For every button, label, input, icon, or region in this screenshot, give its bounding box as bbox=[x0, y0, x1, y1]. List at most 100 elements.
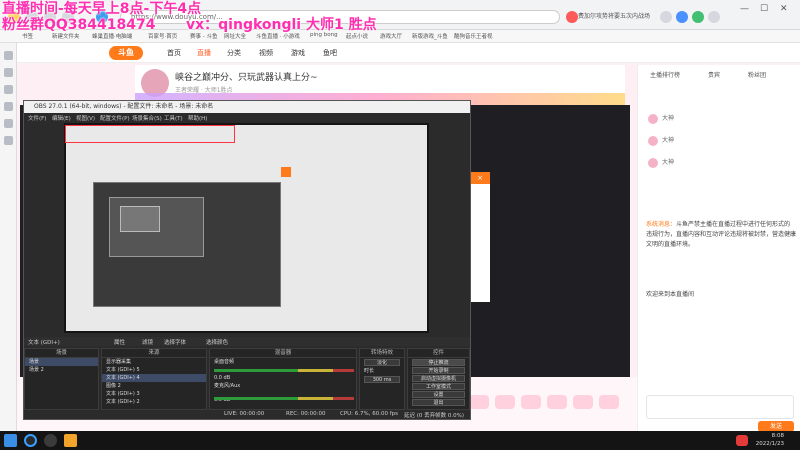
source-item[interactable]: 文本 (GDI+) 4 bbox=[102, 374, 206, 382]
dock-title: 来源 bbox=[102, 349, 206, 358]
stop-streaming-button[interactable]: 停止推流 bbox=[412, 359, 465, 366]
news-ticker[interactable]: 费加尔攻势将要五次内战场 bbox=[578, 11, 650, 20]
mixer-channel-name: 麦克风/Aux bbox=[214, 383, 241, 389]
tab-rank[interactable]: 主播排行榜 bbox=[650, 70, 680, 79]
source-item[interactable]: 图像 2 bbox=[102, 382, 206, 390]
select-font-button[interactable]: 选择字体 bbox=[164, 338, 186, 346]
captured-desktop bbox=[66, 125, 427, 331]
transitions-dock: 转场特效 淡化 时长 300 ms bbox=[359, 348, 405, 410]
dock-title: 场景 bbox=[25, 349, 98, 358]
selected-source-outline[interactable] bbox=[65, 125, 235, 143]
tab-vip[interactable]: 贵宾 bbox=[708, 70, 720, 79]
sidebar-icon[interactable] bbox=[3, 85, 13, 94]
nav-live[interactable]: 直播 bbox=[197, 48, 211, 58]
rank-overlay: 大师1 胜点 bbox=[306, 17, 377, 33]
nav-category[interactable]: 分类 bbox=[227, 48, 241, 58]
wechat-overlay: vx：qingkongli bbox=[186, 17, 302, 33]
chat-message: 系统消息：斗鱼严禁主播在直播过程中进行任何形式的违规行为，直播内容和互动评论违规… bbox=[646, 220, 796, 250]
rank-name: 大神 bbox=[662, 115, 675, 122]
search-icon[interactable] bbox=[24, 434, 37, 447]
menu-edit[interactable]: 编辑(E) bbox=[52, 114, 71, 122]
chat-input[interactable] bbox=[646, 395, 794, 419]
source-item[interactable]: 显示器采集 bbox=[102, 358, 206, 366]
menu-scene-collection[interactable]: 场景集合(S) bbox=[132, 114, 162, 122]
studio-mode-button[interactable]: 工作室模式 bbox=[412, 383, 465, 390]
sidebar-icon[interactable] bbox=[3, 136, 13, 145]
duration-label: 时长 bbox=[364, 368, 375, 374]
properties-button[interactable]: 属性 bbox=[114, 338, 125, 346]
scenes-dock: 场景 场景 场景 2 bbox=[24, 348, 99, 410]
obs-preview[interactable] bbox=[64, 123, 429, 333]
gift-item[interactable] bbox=[573, 395, 593, 409]
rank-row[interactable]: 大神 bbox=[648, 135, 798, 149]
settings-button[interactable]: 设置 bbox=[412, 391, 465, 398]
select-color-button[interactable]: 选择颜色 bbox=[206, 338, 228, 346]
nav-yuba[interactable]: 鱼吧 bbox=[323, 48, 337, 58]
obs-icon[interactable] bbox=[44, 434, 57, 447]
menu-tools[interactable]: 工具(T) bbox=[164, 114, 183, 122]
maximize-button[interactable]: ☐ bbox=[760, 4, 768, 14]
bookmark-item[interactable]: 酷狗音乐王者视 bbox=[454, 32, 493, 40]
rank-row[interactable]: 大神 bbox=[648, 157, 798, 171]
browser-icon[interactable] bbox=[64, 434, 77, 447]
source-item[interactable]: 文本 (GDI+) 5 bbox=[102, 366, 206, 374]
source-toolbar: 文本 (GDI+) 属性 滤镜 选择字体 选择颜色 bbox=[24, 337, 470, 346]
menu-view[interactable]: 视图(V) bbox=[76, 114, 95, 122]
nav-game[interactable]: 游戏 bbox=[291, 48, 305, 58]
sidebar-icon[interactable] bbox=[3, 68, 13, 77]
exit-button[interactable]: 退出 bbox=[412, 399, 465, 406]
gift-item[interactable] bbox=[495, 395, 515, 409]
selected-source-name: 文本 (GDI+) bbox=[28, 340, 60, 346]
source-item[interactable]: 文本 (GDI+) 2 bbox=[102, 398, 206, 406]
tab-fans[interactable]: 粉丝团 bbox=[748, 70, 766, 79]
menu-help[interactable]: 帮助(H) bbox=[188, 114, 207, 122]
mixer-dock: 混音器 桌面音频 0.0 dB 麦克风/Aux 0.0 dB bbox=[209, 348, 357, 410]
source-item[interactable]: 文本 (GDI+) 3 bbox=[102, 390, 206, 398]
qq-group-overlay: 粉丝群QQ384418474 bbox=[2, 17, 156, 33]
sidebar-icon[interactable] bbox=[3, 51, 13, 60]
virtual-camera-button[interactable]: 启动虚拟摄像机 bbox=[412, 375, 465, 382]
obs-statusbar: LIVE: 00:00:00 REC: 00:00:00 CPU: 6.7%, … bbox=[24, 410, 470, 419]
nav-home[interactable]: 首页 bbox=[167, 48, 181, 58]
gift-item[interactable] bbox=[469, 395, 489, 409]
nav-video[interactable]: 视频 bbox=[259, 48, 273, 58]
gift-item[interactable] bbox=[521, 395, 541, 409]
site-logo[interactable]: 斗鱼 bbox=[109, 46, 143, 60]
menu-profile[interactable]: 配置文件(P) bbox=[100, 114, 130, 122]
dock-title: 转场特效 bbox=[360, 349, 404, 358]
bookmark-item[interactable]: 新版游戏_斗鱼 bbox=[412, 32, 448, 40]
clock-date[interactable]: 2022/1/23 bbox=[756, 441, 784, 447]
taskbar: 8:08 2022/1/23 bbox=[0, 431, 800, 450]
bookmark-item[interactable]: 游戏大厅 bbox=[380, 32, 402, 40]
scene-item[interactable]: 场景 2 bbox=[25, 366, 98, 374]
sidebar-icon[interactable] bbox=[3, 119, 13, 128]
scene-item[interactable]: 场景 bbox=[25, 358, 98, 366]
menu-file[interactable]: 文件(F) bbox=[28, 114, 46, 122]
rank-row[interactable]: 大神 bbox=[648, 113, 798, 127]
tray-icon[interactable] bbox=[736, 435, 748, 446]
close-button[interactable]: ✕ bbox=[780, 4, 788, 14]
gift-item[interactable] bbox=[547, 395, 567, 409]
rec-timer: REC: 00:00:00 bbox=[286, 411, 326, 417]
gift-item[interactable] bbox=[599, 395, 619, 409]
start-recording-button[interactable]: 开始录制 bbox=[412, 367, 465, 374]
sources-dock: 来源 显示器采集 文本 (GDI+) 5 文本 (GDI+) 4 图像 2 文本… bbox=[101, 348, 207, 410]
duration-input[interactable]: 300 ms bbox=[364, 376, 400, 383]
mixer-channel-name: 桌面音频 bbox=[214, 359, 235, 365]
captured-modal bbox=[281, 167, 291, 177]
windows-start-icon[interactable] bbox=[4, 434, 17, 447]
menu-icon[interactable] bbox=[708, 11, 720, 23]
nested-obs-capture bbox=[120, 206, 160, 232]
obs-menubar: 文件(F) 编辑(E) 视图(V) 配置文件(P) 场景集合(S) 工具(T) … bbox=[24, 113, 470, 122]
clock-time[interactable]: 8:08 bbox=[772, 433, 784, 439]
avatar bbox=[648, 157, 658, 168]
transition-select[interactable]: 淡化 bbox=[364, 359, 400, 366]
extension-icon[interactable] bbox=[676, 11, 688, 23]
modal-close-button[interactable]: × bbox=[470, 172, 490, 184]
star-icon[interactable] bbox=[660, 11, 672, 23]
sidebar-icon[interactable] bbox=[3, 102, 13, 111]
extension-icon[interactable] bbox=[692, 11, 704, 23]
filters-button[interactable]: 滤镜 bbox=[142, 338, 153, 346]
dock-title: 混音器 bbox=[210, 349, 356, 358]
minimize-button[interactable]: — bbox=[740, 4, 749, 14]
